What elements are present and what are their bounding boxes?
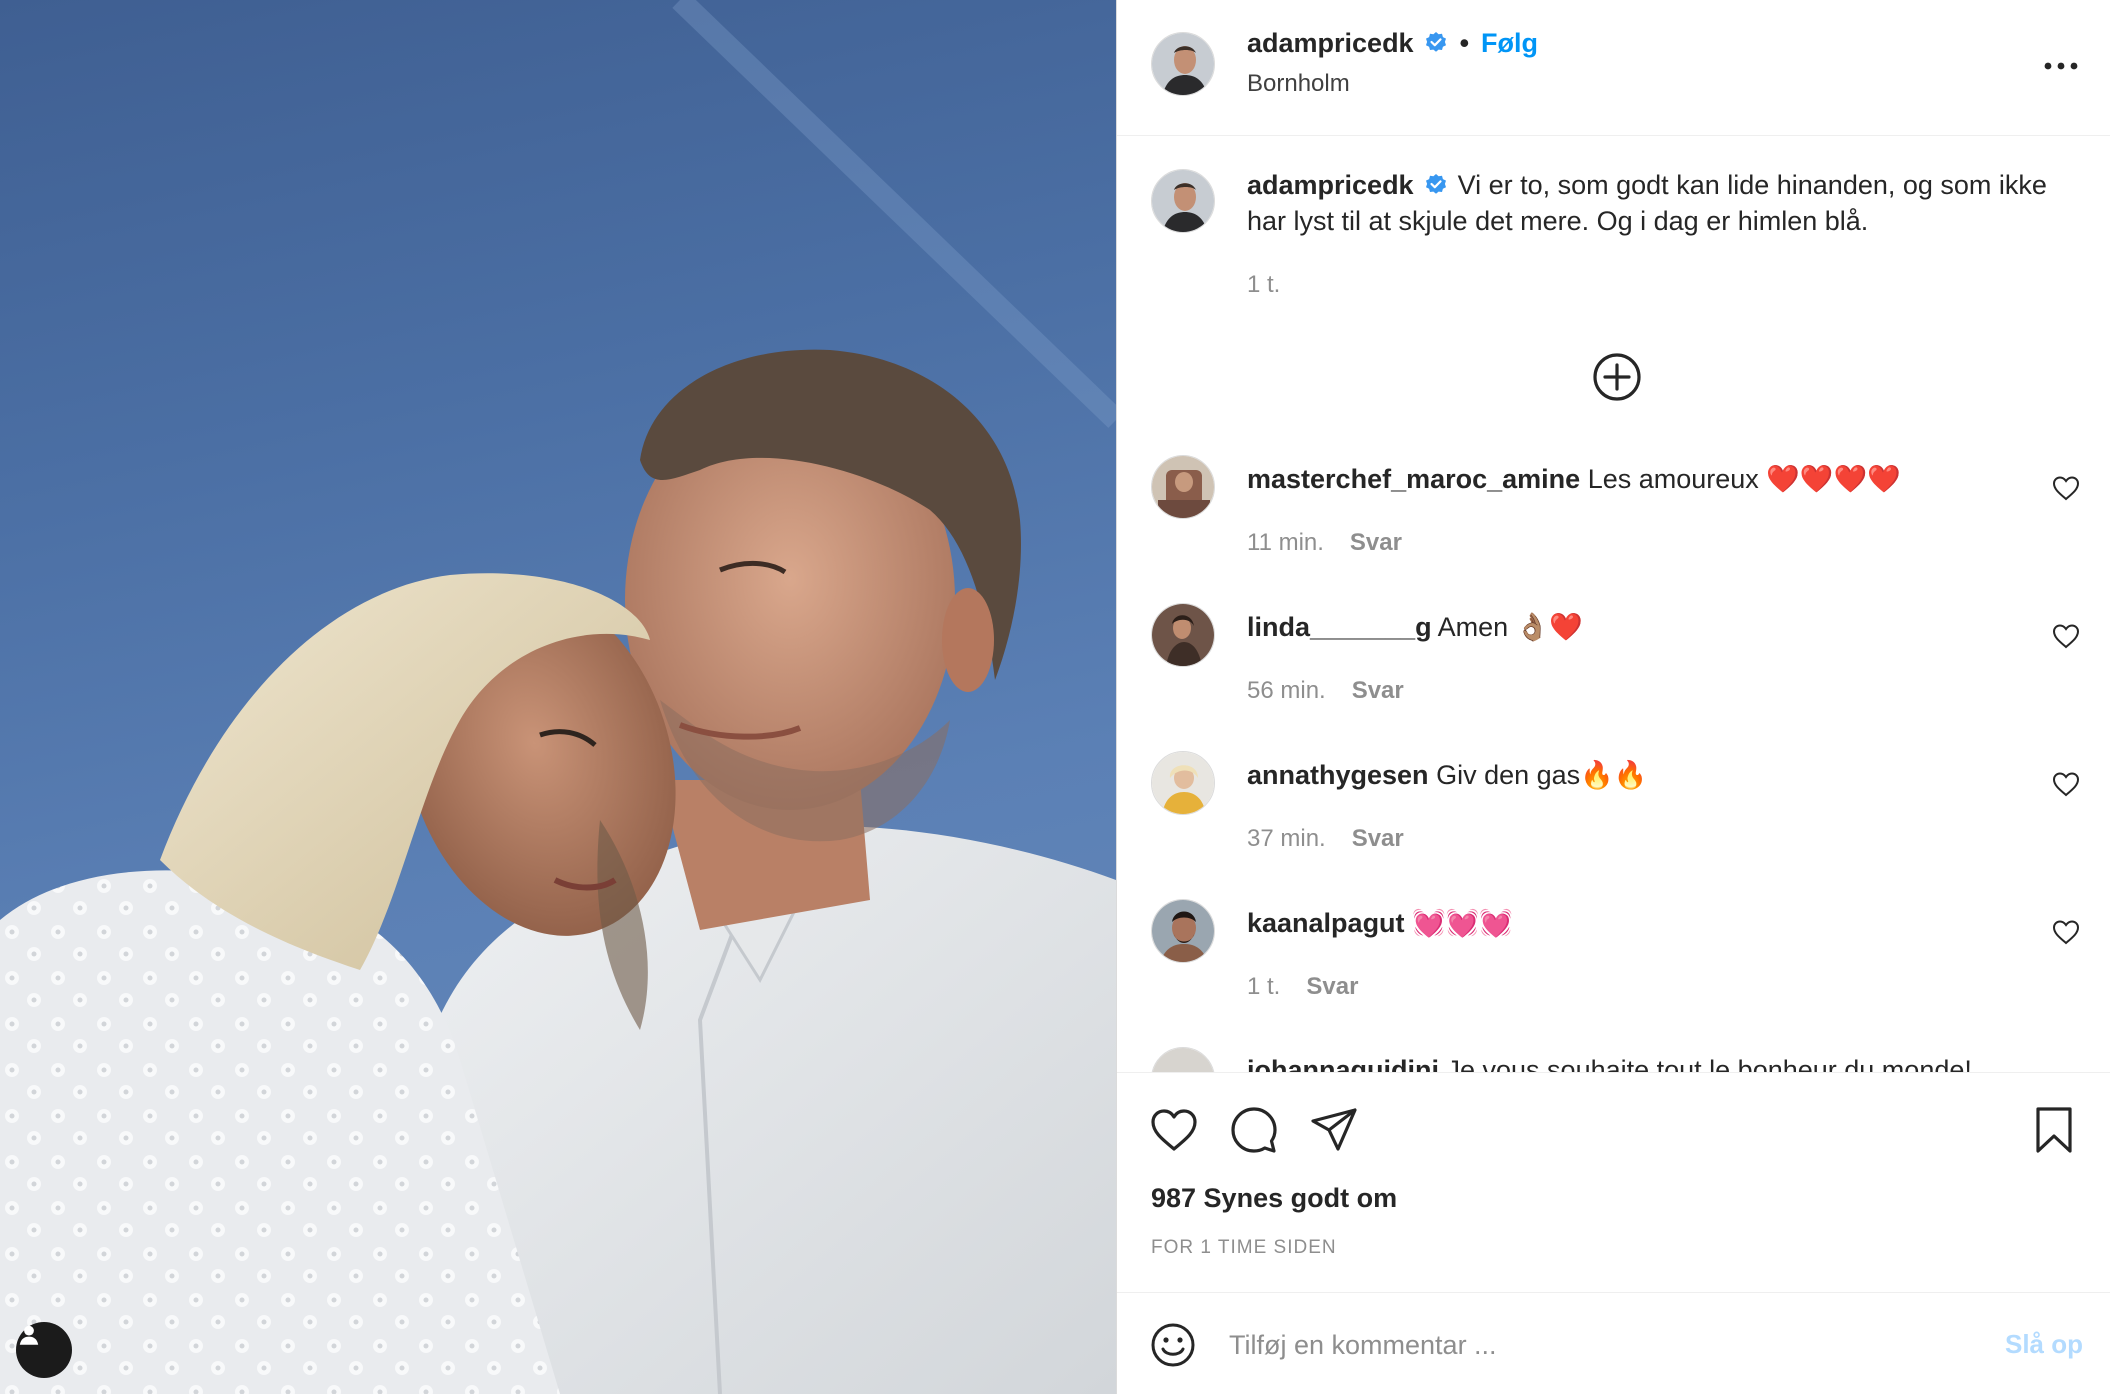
comments-list[interactable]: adampricedk Vi er to, som godt kan lide …	[1117, 137, 2110, 1072]
comment-text: 💓💓💓	[1412, 908, 1513, 938]
comment-body: linda_______g Amen 👌🏽❤️	[1247, 611, 1583, 643]
comment-time: 56 min.	[1247, 677, 1326, 704]
comment-text: Les amoureux ❤️❤️❤️❤️	[1587, 464, 1901, 494]
photo-illustration	[0, 0, 1116, 1394]
reply-button[interactable]: Svar	[1306, 973, 1358, 1000]
heart-icon[interactable]	[1147, 1103, 1201, 1157]
caption-time: 1 t.	[1247, 271, 1281, 298]
comment-body: annathygesen Giv den gas🔥🔥	[1247, 759, 1647, 791]
comment-text: Giv den gas🔥🔥	[1436, 760, 1648, 790]
comment-meta: 56 min. Svar	[1247, 677, 1404, 705]
author-avatar[interactable]	[1151, 32, 1215, 96]
comment-meta: 37 min. Svar	[1247, 825, 1404, 853]
reply-button[interactable]: Svar	[1350, 529, 1402, 556]
user-tag-button[interactable]	[16, 1322, 72, 1378]
more-options-button[interactable]	[2041, 46, 2081, 86]
commenter-username[interactable]: johannaguidini	[1247, 1055, 1439, 1072]
heart-icon[interactable]	[2051, 621, 2081, 651]
post-comment-button[interactable]: Slå op	[2005, 1329, 2083, 1360]
post-photo[interactable]	[0, 0, 1116, 1394]
reply-button[interactable]: Svar	[1352, 677, 1404, 704]
comment-composer: Slå op	[1117, 1292, 2110, 1394]
comment-body: masterchef_maroc_amine Les amoureux ❤️❤️…	[1247, 463, 1901, 495]
caption-avatar[interactable]	[1151, 169, 1215, 233]
commenter-username[interactable]: kaanalpagut	[1247, 908, 1405, 938]
load-more-comments-button[interactable]	[1591, 351, 1643, 403]
comment-item: annathygesen Giv den gas🔥🔥 37 min. Svar	[1151, 751, 2081, 881]
bookmark-icon[interactable]	[2027, 1103, 2081, 1157]
heart-icon[interactable]	[2051, 769, 2081, 799]
commenter-username[interactable]: linda_______g	[1247, 612, 1432, 642]
commenter-avatar[interactable]	[1151, 1047, 1215, 1072]
follow-button[interactable]: Følg	[1481, 28, 1538, 58]
post-header: adampricedk • Følg Bornholm	[1117, 0, 2110, 136]
comment-meta: 11 min. Svar	[1247, 529, 1402, 557]
verified-icon	[1425, 32, 1446, 52]
post-side-panel: adampricedk • Følg Bornholm adampricedk …	[1116, 0, 2110, 1394]
comment-item: linda_______g Amen 👌🏽❤️ 56 min. Svar	[1151, 603, 2081, 733]
comment-item: masterchef_maroc_amine Les amoureux ❤️❤️…	[1151, 455, 2081, 585]
comment-time: 37 min.	[1247, 825, 1326, 852]
comment-time: 11 min.	[1247, 529, 1324, 556]
header-separator: •	[1459, 28, 1470, 58]
post-location[interactable]: Bornholm	[1247, 70, 1350, 98]
comment-item: johannaguidini Je vous souhaite tout le …	[1151, 1047, 2081, 1072]
likes-count[interactable]: 987 Synes godt om	[1151, 1183, 1397, 1214]
comment-icon[interactable]	[1227, 1103, 1281, 1157]
commenter-username[interactable]: masterchef_maroc_amine	[1247, 464, 1580, 494]
comment-body: johannaguidini Je vous souhaite tout le …	[1247, 1055, 1972, 1072]
commenter-avatar[interactable]	[1151, 455, 1215, 519]
plus-circle-icon	[1593, 353, 1641, 401]
comment-time: 1 t.	[1247, 973, 1281, 1000]
author-username[interactable]: adampricedk	[1247, 28, 1414, 58]
commenter-avatar[interactable]	[1151, 899, 1215, 963]
more-icon	[2044, 62, 2078, 70]
comment-item: kaanalpagut 💓💓💓 1 t. Svar	[1151, 899, 2081, 1029]
emoji-icon[interactable]	[1149, 1321, 1197, 1369]
commenter-avatar[interactable]	[1151, 603, 1215, 667]
commenter-username[interactable]: annathygesen	[1247, 760, 1429, 790]
heart-icon[interactable]	[2051, 917, 2081, 947]
comment-text: Je vous souhaite tout le bonheur du mond…	[1446, 1055, 1972, 1072]
post-timestamp: FOR 1 TIME SIDEN	[1151, 1237, 1337, 1258]
comment-body: kaanalpagut 💓💓💓	[1247, 907, 1513, 939]
verified-icon	[1425, 174, 1446, 194]
comment-meta: 1 t. Svar	[1247, 973, 1358, 1001]
post-actions: 987 Synes godt om FOR 1 TIME SIDEN	[1117, 1072, 2110, 1292]
share-icon[interactable]	[1307, 1103, 1361, 1157]
comment-text: Amen 👌🏽❤️	[1437, 612, 1583, 642]
post-caption: adampricedk Vi er to, som godt kan lide …	[1247, 167, 2067, 239]
heart-icon[interactable]	[2051, 473, 2081, 503]
user-tag-icon	[19, 1325, 39, 1345]
reply-button[interactable]: Svar	[1352, 825, 1404, 852]
caption-username[interactable]: adampricedk	[1247, 170, 1414, 200]
header-user-line: adampricedk • Følg	[1247, 28, 1538, 59]
comment-input[interactable]	[1229, 1323, 1949, 1367]
commenter-avatar[interactable]	[1151, 751, 1215, 815]
